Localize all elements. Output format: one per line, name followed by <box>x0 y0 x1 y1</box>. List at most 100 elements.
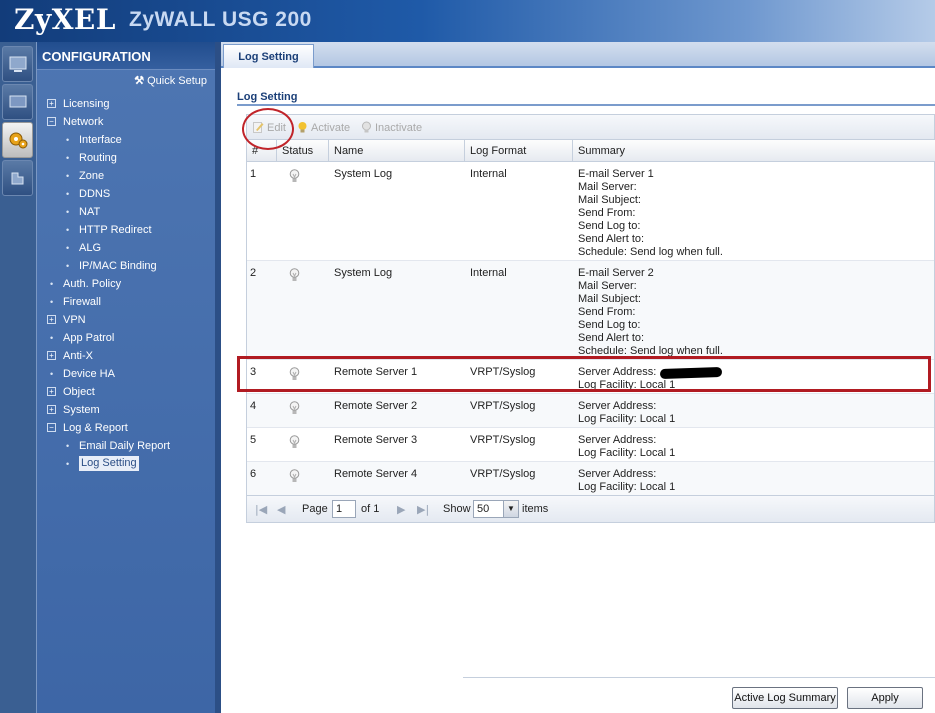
annotation-circle <box>242 108 294 150</box>
nav-item-ip-mac-binding[interactable]: • IP/MAC Binding <box>37 257 216 275</box>
summary-line: Log Facility: Local 1 <box>578 413 676 425</box>
items-per-page-select[interactable]: 50 ▼ <box>473 500 519 518</box>
table-row[interactable]: 6 Remote Server 4 VRPT/Syslog Server Addres… <box>247 462 934 496</box>
summary-line: Server Address: <box>578 434 657 446</box>
summary-line: Mail Server: <box>578 181 637 193</box>
status-bulb-icon[interactable] <box>289 268 300 282</box>
pagination-bar: |◀ ◀ Page 1 of 1 ▶ ▶| Show 50 ▼ items <box>246 495 935 523</box>
expand-icon[interactable]: + <box>47 405 56 414</box>
last-page-icon[interactable]: ▶| <box>417 503 429 516</box>
nav-item-device-ha[interactable]: • Device HA <box>37 365 216 383</box>
page-number-input[interactable]: 1 <box>332 500 356 518</box>
column-header-name[interactable]: Name <box>329 140 465 162</box>
nav-item-anti-x[interactable]: + Anti-X <box>37 347 216 365</box>
nav-item-auth-policy[interactable]: • Auth. Policy <box>37 275 216 293</box>
row-summary: E-mail Server 1 Mail Server: Mail Subject:… <box>578 168 723 259</box>
table-row[interactable]: 1 System Log Internal E-mail Server 1 Mail S… <box>247 162 934 261</box>
nav-item-label: HTTP Redirect <box>79 224 152 236</box>
row-name: Remote Server 3 <box>334 434 418 446</box>
nav-item-firewall[interactable]: • Firewall <box>37 293 216 311</box>
monitor-icon[interactable] <box>2 84 33 120</box>
collapse-icon[interactable]: − <box>47 423 56 432</box>
nav-item-routing[interactable]: • Routing <box>37 149 216 167</box>
nav-item-log-setting[interactable]: • Log Setting <box>37 455 216 473</box>
first-page-icon[interactable]: |◀ <box>255 503 267 516</box>
nav-item-label: Network <box>63 116 104 128</box>
row-name: System Log <box>334 267 393 279</box>
nav-item-label: NAT <box>79 206 101 218</box>
nav-item-label: Auth. Policy <box>63 278 122 290</box>
nav-item-label: ALG <box>79 242 102 254</box>
nav-item-zone[interactable]: • Zone <box>37 167 216 185</box>
maintenance-icon[interactable] <box>2 160 33 196</box>
expand-icon[interactable]: + <box>47 315 56 324</box>
nav-item-label: IP/MAC Binding <box>79 260 157 272</box>
expand-icon[interactable]: + <box>47 99 56 108</box>
nav-item-email-daily-report[interactable]: • Email Daily Report <box>37 437 216 455</box>
row-name: System Log <box>334 168 393 180</box>
row-number: 5 <box>250 434 257 446</box>
show-label: Show <box>443 503 471 515</box>
table-row[interactable]: 4 Remote Server 2 VRPT/Syslog Server Addres… <box>247 394 934 428</box>
collapse-icon[interactable]: − <box>47 117 56 126</box>
column-header-summary[interactable]: Summary <box>573 140 935 162</box>
nav-item-label: Email Daily Report <box>79 440 171 452</box>
next-page-icon[interactable]: ▶ <box>397 503 405 516</box>
nav-item-alg[interactable]: • ALG <box>37 239 216 257</box>
app-header: ZyXEL ZyWALL USG 200 <box>0 0 935 42</box>
chevron-down-icon: ▼ <box>503 501 518 517</box>
nav-item-network[interactable]: − Network <box>37 113 216 131</box>
nav-item-app-patrol[interactable]: • App Patrol <box>37 329 216 347</box>
active-log-summary-button[interactable]: Active Log Summary <box>732 687 838 709</box>
nav-item-object[interactable]: + Object <box>37 383 216 401</box>
configuration-icon[interactable] <box>2 122 33 158</box>
summary-line: Log Facility: Local 1 <box>578 481 676 493</box>
row-number: 6 <box>250 468 257 480</box>
nav-item-log-report[interactable]: − Log & Report <box>37 419 216 437</box>
nav-item-vpn[interactable]: + VPN <box>37 311 216 329</box>
section-title: Log Setting <box>237 91 298 103</box>
nav-item-system[interactable]: + System <box>37 401 216 419</box>
apply-button[interactable]: Apply <box>847 687 923 709</box>
nav-item-interface[interactable]: • Interface <box>37 131 216 149</box>
page-label: Page <box>302 503 328 515</box>
row-log-format: VRPT/Syslog <box>470 434 536 446</box>
expand-icon[interactable]: + <box>47 351 56 360</box>
nav-item-label: Device HA <box>63 368 115 380</box>
inactivate-button[interactable]: Inactivate <box>361 121 422 134</box>
bullet-icon: • <box>66 171 70 181</box>
activate-button[interactable]: Activate <box>297 121 350 134</box>
status-bulb-icon[interactable] <box>289 401 300 415</box>
prev-page-icon[interactable]: ◀ <box>277 503 285 516</box>
nav-item-label: App Patrol <box>63 332 115 344</box>
expand-icon[interactable]: + <box>47 387 56 396</box>
row-name: Remote Server 2 <box>334 400 418 412</box>
summary-line: Mail Subject: <box>578 293 641 305</box>
row-summary: Server Address: Log Facility: Local 1 <box>578 400 675 426</box>
log-setting-table: # Status Name Log Format Summary 1 System… <box>246 140 935 496</box>
row-log-format: Internal <box>470 267 507 279</box>
table-row[interactable]: 2 System Log Internal E-mail Server 2 Mail S… <box>247 261 934 360</box>
status-bulb-icon[interactable] <box>289 469 300 483</box>
table-row[interactable]: 5 Remote Server 3 VRPT/Syslog Server Addres… <box>247 428 934 462</box>
table-toolbar: Edit Activate Inactivate <box>246 114 935 140</box>
dashboard-icon[interactable] <box>2 46 33 82</box>
column-header-log-format[interactable]: Log Format <box>465 140 573 162</box>
nav-item-label: VPN <box>63 314 86 326</box>
row-number: 2 <box>250 267 257 279</box>
nav-item-licensing[interactable]: + Licensing <box>37 95 216 113</box>
nav-item-nat[interactable]: • NAT <box>37 203 216 221</box>
status-bulb-icon[interactable] <box>289 169 300 183</box>
bullet-icon: • <box>66 441 70 451</box>
summary-line: Send From: <box>578 306 636 318</box>
bullet-icon: • <box>66 153 70 163</box>
bullet-icon: • <box>50 333 54 343</box>
nav-item-http-redirect[interactable]: • HTTP Redirect <box>37 221 216 239</box>
nav-item-ddns[interactable]: • DDNS <box>37 185 216 203</box>
configuration-nav: CONFIGURATION ⚒ Quick Setup + Licensing − Ne… <box>36 42 215 713</box>
summary-line: Send Log to: <box>578 319 641 331</box>
tab-log-setting[interactable]: Log Setting <box>223 44 314 68</box>
nav-item-label: Interface <box>79 134 122 146</box>
quick-setup-link[interactable]: ⚒ Quick Setup <box>134 74 207 87</box>
status-bulb-icon[interactable] <box>289 435 300 449</box>
